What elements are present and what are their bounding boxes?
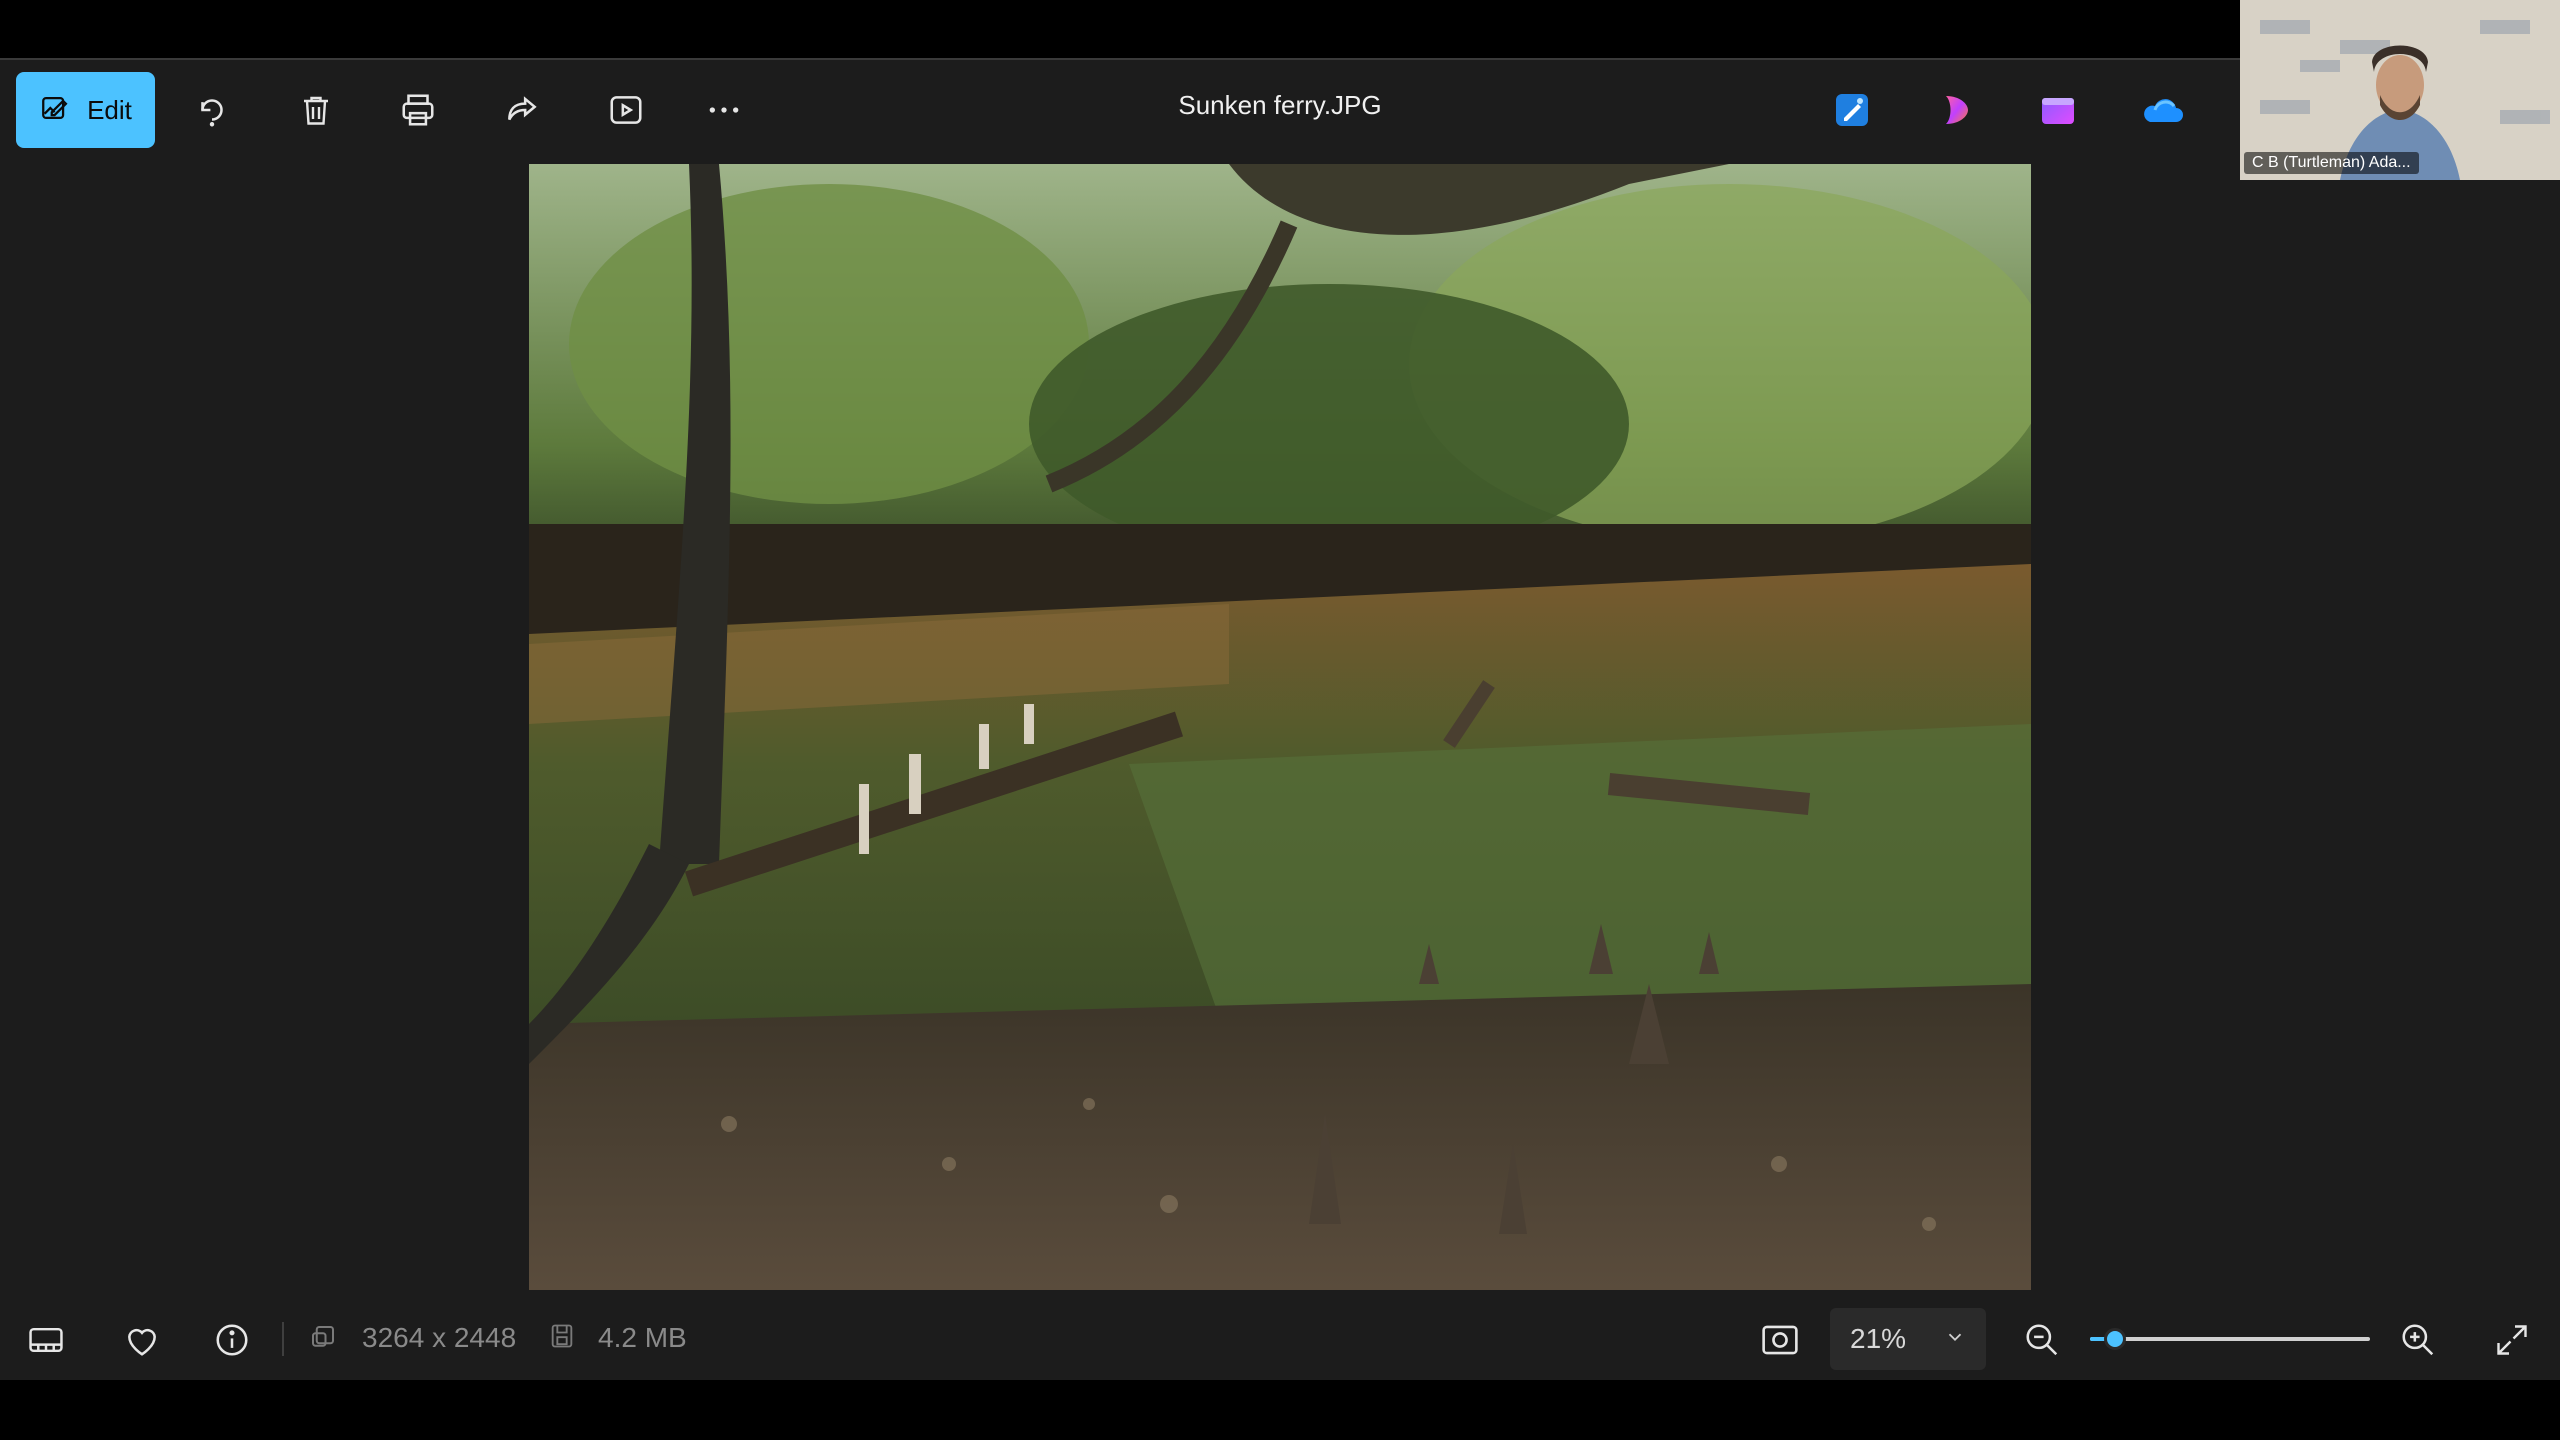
zoom-in-icon[interactable] [2396, 1318, 2440, 1362]
clipchamp-icon[interactable] [1936, 90, 1976, 130]
print-icon[interactable] [396, 88, 440, 132]
swamp-photo [529, 164, 2031, 1290]
dimensions-icon [308, 1322, 338, 1359]
designer-app-icon[interactable] [1832, 90, 1872, 130]
video-call-tile[interactable]: C B (Turtleman) Ada... [2240, 0, 2560, 180]
fit-to-window-icon[interactable] [1758, 1318, 1802, 1362]
clipchamp-video-icon[interactable] [2038, 90, 2078, 130]
bottom-bar: 3264 x 2448 4.2 MB 21% [0, 1298, 2560, 1380]
slideshow-icon[interactable] [604, 88, 648, 132]
zoom-out-icon[interactable] [2020, 1318, 2064, 1362]
zoom-level-value: 21% [1850, 1323, 1907, 1354]
more-icon[interactable] [702, 88, 746, 132]
favorite-heart-icon[interactable] [120, 1318, 164, 1362]
delete-icon[interactable] [294, 88, 338, 132]
filmstrip-icon[interactable] [24, 1318, 68, 1362]
share-icon[interactable] [500, 88, 544, 132]
onedrive-icon[interactable] [2140, 90, 2183, 130]
rotate-icon[interactable] [190, 88, 234, 132]
fullscreen-icon[interactable] [2490, 1318, 2534, 1362]
image-dimensions: 3264 x 2448 [362, 1322, 517, 1353]
file-size: 4.2 MB [598, 1322, 687, 1353]
info-icon[interactable] [210, 1318, 254, 1362]
photo-viewer-image[interactable] [529, 164, 2031, 1290]
participant-name: C B (Turtleman) Ada... [2244, 152, 2419, 174]
divider [282, 1322, 284, 1356]
edit-button[interactable]: Edit [16, 72, 155, 148]
top-toolbar: Edit Sunken ferry.JPG [0, 60, 2240, 160]
photos-app-window: Edit Sunken ferry.JPG 3264 x 2448 4.2 MB… [0, 58, 2560, 1380]
file-size-icon [548, 1322, 576, 1357]
zoom-level-dropdown[interactable]: 21% [1830, 1308, 1986, 1370]
chevron-down-icon [1944, 1326, 1966, 1353]
edit-button-label: Edit [87, 94, 132, 125]
zoom-slider-track [2090, 1337, 2370, 1341]
edit-icon [39, 91, 73, 130]
zoom-slider-thumb[interactable] [2104, 1328, 2127, 1350]
zoom-slider[interactable] [2090, 1328, 2370, 1350]
file-title: Sunken ferry.JPG [1178, 90, 1382, 120]
